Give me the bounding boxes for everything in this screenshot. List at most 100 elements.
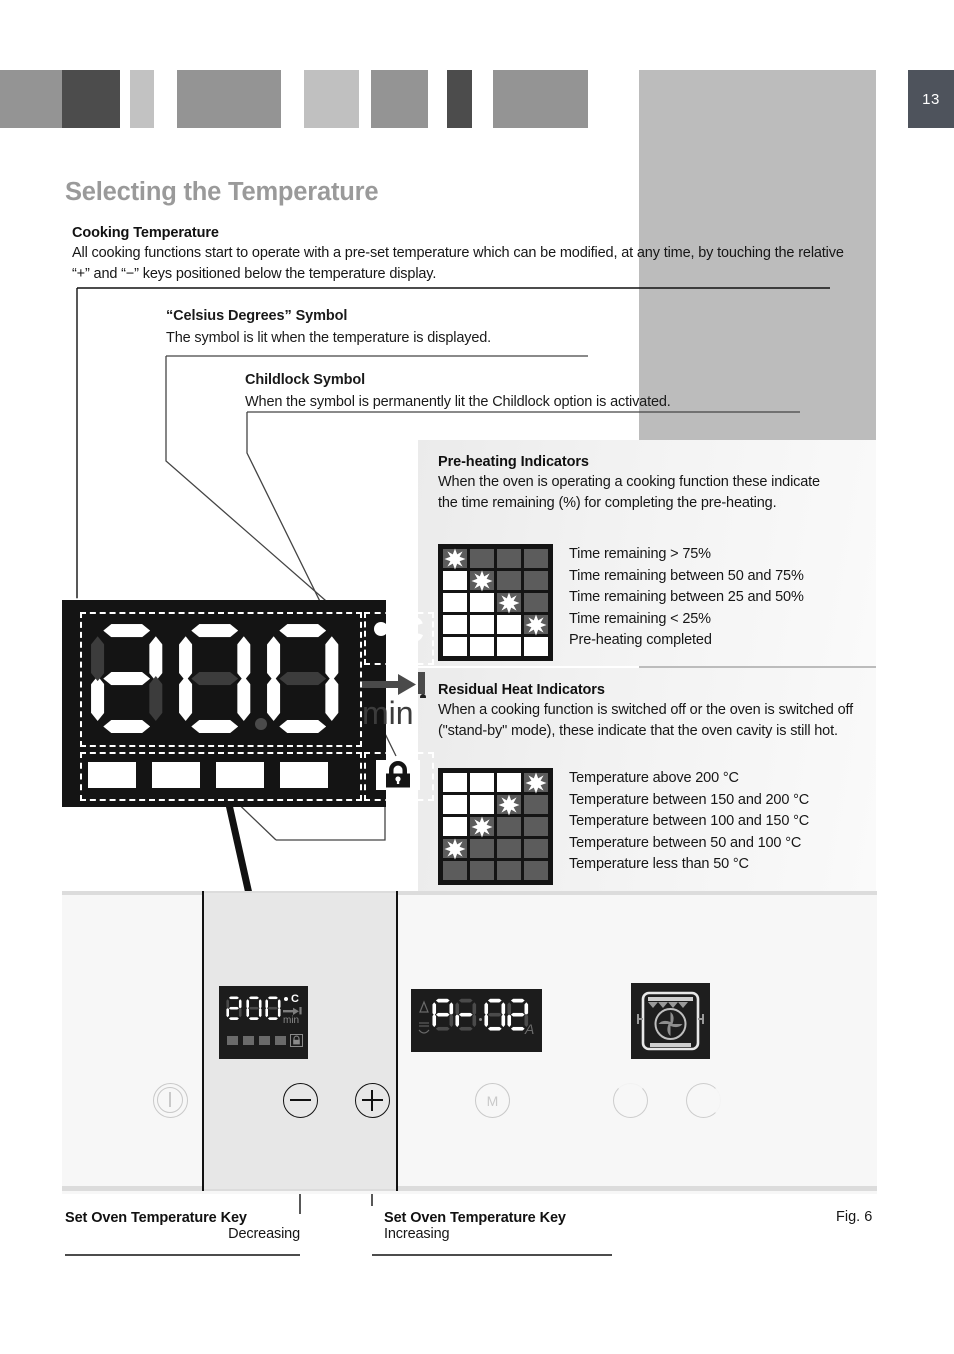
- segment-b: [237, 636, 251, 682]
- indicator-cell-r3c2: [470, 593, 494, 612]
- alarm-and-grill-icons: [418, 1000, 430, 1034]
- segment-c: [472, 1013, 477, 1028]
- menu-key[interactable]: M: [475, 1083, 510, 1118]
- indicator-cell-r2c4: [524, 571, 548, 590]
- appliance-temperature-display: C min: [219, 986, 308, 1059]
- seven-segment-digit-0: [265, 996, 281, 1020]
- page-number: 13: [922, 90, 940, 108]
- segment-b: [524, 1002, 529, 1016]
- segment-g: [487, 1012, 502, 1017]
- preheating-indicator-grid: [438, 544, 553, 661]
- preheat-bar-2: [152, 762, 200, 788]
- header-bar-4: [177, 70, 281, 128]
- segment-f: [179, 636, 193, 682]
- seven-segment-digit-0: [245, 996, 262, 1020]
- header-bar-5: [304, 70, 359, 128]
- preheating-indicators-panel: Pre-heating Indicators When the oven is …: [418, 440, 876, 666]
- residual-heat-indicators-panel: Residual Heat Indicators When a cooking …: [418, 668, 876, 894]
- segment-e: [455, 1013, 460, 1028]
- highlight-left-edge: [202, 891, 204, 1191]
- indicator-cell-r3c3: [497, 592, 521, 613]
- indicator-cell-r2c1: [443, 571, 467, 590]
- decrease-temp-key[interactable]: [283, 1083, 318, 1118]
- programme-colon-icon: [479, 1018, 482, 1021]
- minutes-label: min: [362, 695, 414, 731]
- indicator-cell-r3c4: [524, 593, 548, 612]
- mini-preheat-bar-4: [275, 1036, 286, 1045]
- power-key-glyph: [169, 1092, 171, 1107]
- indicator-cell-r3c1: [443, 817, 467, 836]
- indicator-cell-r1c2: [470, 773, 494, 792]
- increase-temp-key[interactable]: [355, 1083, 390, 1118]
- indicator-cell-r3c3: [497, 817, 521, 836]
- segment-g: [510, 1012, 525, 1017]
- segment-g: [267, 1006, 278, 1010]
- indicator-cell-r4c4: [524, 614, 548, 635]
- segment-g: [279, 671, 327, 686]
- increasing-caption: Set Oven Temperature Key Increasing: [384, 1210, 624, 1242]
- celsius-callout-heading: “Celsius Degrees” Symbol: [166, 308, 348, 324]
- seven-segment-digit-P: [432, 998, 454, 1031]
- segment-c: [238, 1007, 242, 1018]
- indicator-legend-row-5: Pre-heating completed: [569, 632, 712, 648]
- segment-g: [458, 1012, 473, 1017]
- indicator-cell-r1c2: [470, 549, 494, 568]
- indicator-legend-row-3: Time remaining between 25 and 50%: [569, 589, 804, 605]
- preheating-heading: Pre-heating Indicators: [438, 454, 589, 470]
- preheating-grid-wrap: Time remaining > 75% Time remaining betwe…: [438, 544, 804, 661]
- header-bar-1: [0, 70, 63, 128]
- residual-heat-body: When a cooking function is switched off …: [438, 702, 853, 739]
- header-bar-3: [130, 70, 154, 128]
- power-key[interactable]: [153, 1083, 188, 1118]
- indicator-legend-row-2: Temperature between 150 and 200 °C: [569, 791, 810, 808]
- mini-padlock-icon: [290, 1034, 303, 1047]
- segment-g: [248, 1006, 259, 1010]
- increasing-caption-heading: Set Oven Temperature Key: [384, 1210, 566, 1226]
- preheating-body: When the oven is operating a cooking fun…: [438, 474, 820, 511]
- indicator-cell-r1c3: [497, 549, 521, 568]
- celsius-callout-body: The symbol is lit when the temperature i…: [166, 330, 492, 346]
- indicator-cell-r5c3: [497, 861, 521, 880]
- segment-e: [484, 1013, 489, 1028]
- auto-indicator-letter: A: [525, 1021, 535, 1037]
- segment-c: [325, 676, 339, 721]
- decreasing-caption-heading: Set Oven Temperature Key: [65, 1210, 247, 1226]
- segment-f: [267, 636, 281, 682]
- preheat-bar-1: [88, 762, 136, 788]
- segment-b: [472, 1002, 477, 1016]
- indicator-cell-r2c4: [524, 795, 548, 814]
- appliance-bottom-edge: [62, 1186, 877, 1191]
- increasing-caption-sub: Increasing: [384, 1226, 450, 1242]
- segment-e: [432, 1013, 437, 1028]
- page-title: Selecting the Temperature: [65, 178, 379, 206]
- segment-b: [238, 999, 242, 1009]
- segment-c: [501, 1013, 506, 1028]
- segment-d: [279, 719, 327, 734]
- segment-d: [267, 1017, 278, 1020]
- segment-a: [435, 998, 450, 1003]
- indicator-legend-row-1: Time remaining > 75%: [569, 546, 711, 562]
- segment-c: [258, 1007, 262, 1018]
- indicator-legend-row-4: Time remaining < 25%: [569, 610, 711, 627]
- segment-a: [191, 624, 239, 638]
- appliance-programme-display: A: [411, 989, 542, 1052]
- header-bar-6: [371, 70, 428, 128]
- clock-key[interactable]: [686, 1083, 721, 1118]
- segment-f: [432, 1002, 437, 1016]
- segment-e: [245, 1007, 249, 1018]
- mini-celsius-letter: C: [291, 993, 299, 1005]
- indicator-legend-row-5: Temperature less than 50 °C: [569, 856, 749, 872]
- timer-key[interactable]: [613, 1083, 648, 1118]
- indicator-cell-r2c3: [497, 571, 521, 590]
- segment-d: [103, 719, 151, 734]
- indicator-cell-r4c1: [443, 615, 467, 634]
- segment-a: [248, 996, 259, 1000]
- degree-dot-icon: [374, 622, 388, 636]
- segment-f: [245, 999, 249, 1009]
- segment-b: [277, 999, 281, 1009]
- indicator-cell-r5c2: [470, 861, 494, 880]
- mini-preheat-bar-2: [243, 1036, 254, 1045]
- menu-key-glyph: M: [486, 1092, 499, 1109]
- seven-segment-digit-0: [178, 622, 251, 734]
- decreasing-caption-sub: Decreasing: [228, 1226, 300, 1242]
